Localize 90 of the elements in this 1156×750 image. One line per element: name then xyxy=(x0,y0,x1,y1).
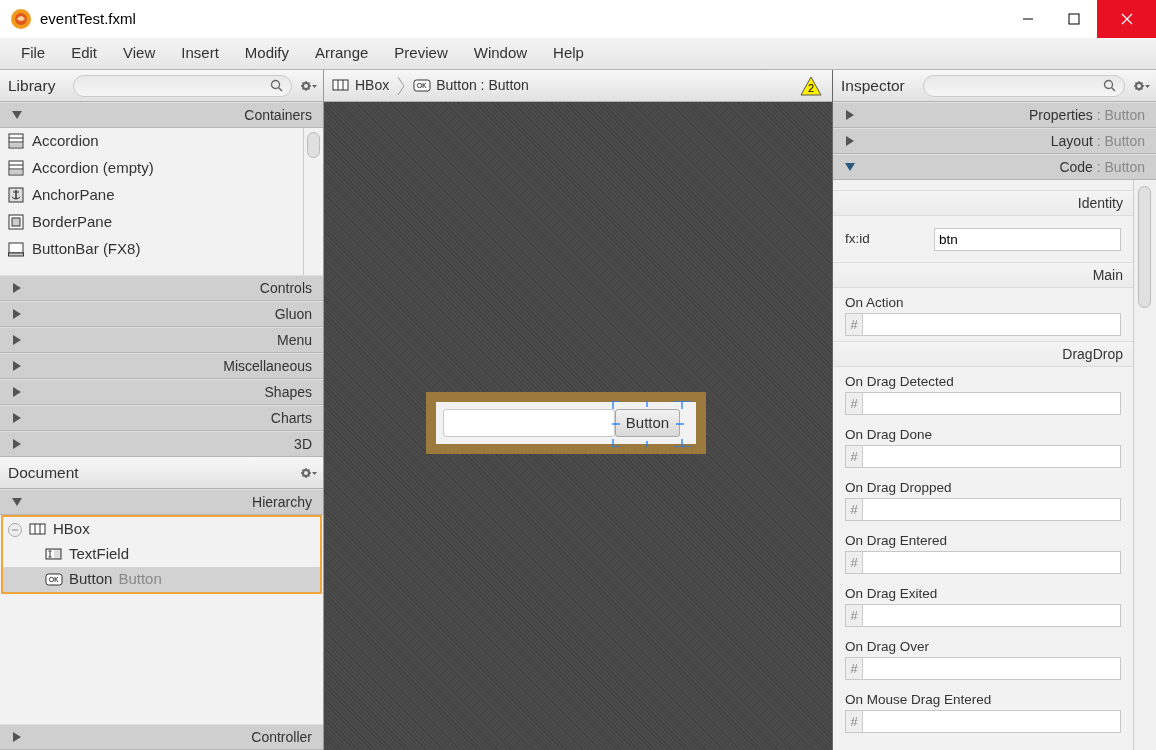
field-label: On Drag Exited xyxy=(845,585,939,602)
section-header[interactable]: Miscellaneous xyxy=(0,353,323,379)
collapse-arrow-icon[interactable] xyxy=(845,162,855,172)
library-item[interactable]: AnchorPane xyxy=(32,184,115,207)
menu-item[interactable]: Preview xyxy=(381,42,461,65)
hbox-icon xyxy=(29,521,47,538)
breadcrumb-item[interactable]: Button : Button xyxy=(413,75,529,96)
menu-item[interactable]: View xyxy=(110,42,169,65)
field-label: fx:id xyxy=(845,229,871,248)
search-field[interactable] xyxy=(922,74,1125,97)
anchor-icon xyxy=(8,187,26,204)
expand-arrow-icon[interactable] xyxy=(12,439,22,449)
section-header[interactable]: Charts xyxy=(0,405,323,431)
accordion-icon xyxy=(8,133,26,150)
menu-item[interactable]: Modify xyxy=(231,42,302,65)
group-title: DragDrop xyxy=(833,341,1133,367)
warning-badge[interactable]: 2 xyxy=(800,75,822,96)
library-item[interactable]: Accordion (empty) xyxy=(32,157,154,180)
group-title: Identity xyxy=(833,190,1133,216)
field-label: On Drag Dropped xyxy=(845,479,953,496)
selected-hbox[interactable]: Button xyxy=(425,392,707,454)
collapse-arrow-icon[interactable] xyxy=(12,497,22,507)
app-logo-icon xyxy=(10,8,32,30)
section-header[interactable]: Code : Button xyxy=(833,154,1156,180)
field-label: On Drag Entered xyxy=(845,532,949,549)
tree-item[interactable]: TextField xyxy=(3,542,320,567)
field-label: On Action xyxy=(845,294,905,311)
section-header[interactable]: Controller xyxy=(0,724,323,750)
section-header[interactable]: Hierarchy xyxy=(0,489,323,515)
library-item[interactable]: Accordion xyxy=(32,130,99,153)
collapse-arrow-icon[interactable] xyxy=(12,110,22,120)
button[interactable]: Button xyxy=(614,409,681,437)
section-header[interactable]: Controls xyxy=(0,275,323,301)
accordion-icon xyxy=(8,160,26,177)
menu-item[interactable]: Insert xyxy=(168,42,232,65)
expand-arrow-icon[interactable] xyxy=(12,309,22,319)
field-label: On Drag Done xyxy=(845,426,934,443)
field-label: On Drag Over xyxy=(845,638,931,655)
button-icon xyxy=(413,77,432,94)
close-icon xyxy=(1120,13,1133,25)
hbox-icon xyxy=(332,77,350,94)
section-header[interactable]: Containers xyxy=(0,102,323,128)
text-field[interactable] xyxy=(442,409,615,437)
expand-arrow-icon[interactable] xyxy=(845,136,855,146)
settings-icon[interactable] xyxy=(300,466,317,479)
expand-arrow-icon[interactable] xyxy=(12,283,22,293)
panel-title: Inspector xyxy=(841,75,905,96)
button-bar-icon xyxy=(8,241,26,258)
section-header[interactable]: Properties : Button xyxy=(833,102,1156,128)
expand-arrow-icon[interactable] xyxy=(12,732,22,742)
panel-title: Document xyxy=(8,462,79,483)
maximize-icon xyxy=(1068,13,1080,25)
chevron-icon xyxy=(397,75,406,96)
input-field[interactable]: btn xyxy=(934,227,1121,251)
expand-arrow-icon[interactable] xyxy=(12,387,22,397)
expand-arrow-icon[interactable] xyxy=(12,335,22,345)
settings-icon[interactable] xyxy=(1133,79,1150,92)
window-title: eventTest.fxml xyxy=(40,8,136,29)
scrollbar-thumb[interactable] xyxy=(307,132,320,158)
text-field-icon xyxy=(45,546,63,563)
library-item[interactable]: BorderPane xyxy=(32,211,113,234)
panel-title: Library xyxy=(8,75,56,96)
section-header[interactable]: Menu xyxy=(0,327,323,353)
section-header[interactable]: Gluon xyxy=(0,301,323,327)
expand-arrow-icon[interactable] xyxy=(12,413,22,423)
section-header[interactable]: Shapes xyxy=(0,379,323,405)
section-header[interactable]: Layout : Button xyxy=(833,128,1156,154)
search-field[interactable] xyxy=(73,74,292,97)
expand-arrow-icon[interactable] xyxy=(12,361,22,371)
breadcrumb-item[interactable]: HBox xyxy=(332,75,390,96)
expand-arrow-icon[interactable] xyxy=(845,110,855,120)
group-title: Main xyxy=(833,262,1133,288)
warning-icon xyxy=(800,75,822,96)
button-icon xyxy=(45,571,63,588)
field-label: On Drag Detected xyxy=(845,373,955,390)
border-pane-icon xyxy=(8,214,26,231)
menu-item[interactable]: Help xyxy=(540,42,597,65)
tree-item[interactable]: HBox xyxy=(3,517,320,542)
menu-item[interactable]: Window xyxy=(460,42,541,65)
library-item[interactable]: ButtonBar (FX8) xyxy=(32,238,141,261)
settings-icon[interactable] xyxy=(300,79,317,92)
menu-item[interactable]: Edit xyxy=(58,42,111,65)
section-header[interactable]: 3D xyxy=(0,431,323,457)
search-icon xyxy=(270,79,283,92)
search-icon xyxy=(1103,79,1116,92)
menu-item[interactable]: Arrange xyxy=(302,42,382,65)
field-label: On Mouse Drag Entered xyxy=(845,691,993,708)
menu-item[interactable]: File xyxy=(8,42,59,65)
scrollbar-thumb[interactable] xyxy=(1138,186,1151,308)
tree-item[interactable]: Button Button xyxy=(3,567,320,592)
